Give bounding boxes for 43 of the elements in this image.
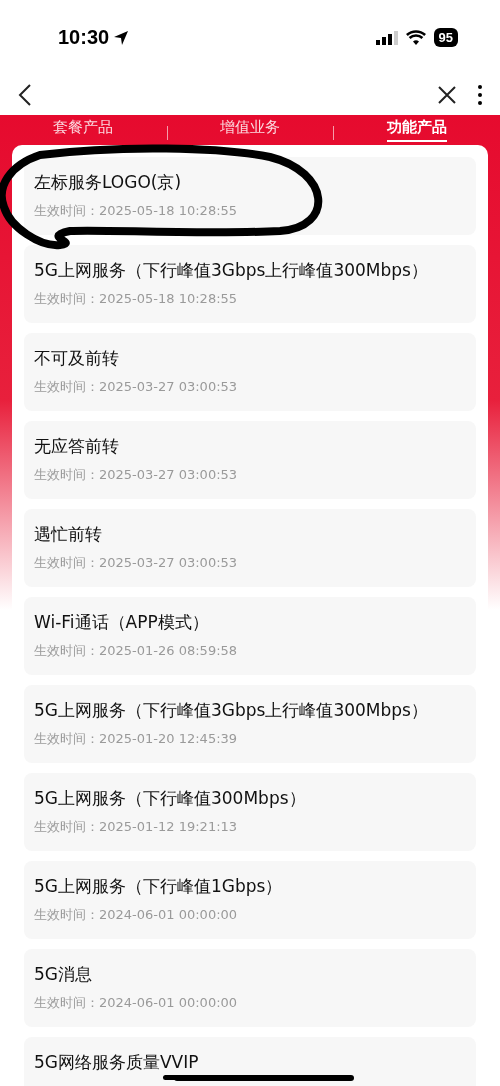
service-name: 无应答前转 <box>34 435 119 458</box>
service-item[interactable]: 不可及前转 生效时间：2025-03-27 03:00:53 <box>24 333 476 411</box>
service-name: 左标服务LOGO(京) <box>34 171 182 194</box>
service-item[interactable]: 左标服务LOGO(京) 生效时间：2025-05-18 10:28:55 <box>24 157 476 235</box>
effective-time: 生效时间：2024-06-01 00:00:00 <box>34 906 238 924</box>
back-icon[interactable] <box>18 84 32 106</box>
close-icon[interactable] <box>438 86 456 104</box>
service-name: Wi-Fi通话（APP模式） <box>34 611 209 634</box>
effective-time: 生效时间：2025-01-26 08:59:58 <box>34 642 238 660</box>
service-name: 5G消息 <box>34 963 92 986</box>
service-name: 5G上网服务（下行峰值3Gbps上行峰值300Mbps） <box>34 699 428 722</box>
service-name: 5G上网服务（下行峰值3Gbps上行峰值300Mbps） <box>34 259 428 282</box>
service-item[interactable]: 5G上网服务（下行峰值300Mbps） 生效时间：2025-01-12 19:21:13 <box>24 773 476 851</box>
effective-time: 生效时间：2024-06-01 00:00:00 <box>34 994 238 1012</box>
clock: 10:30 <box>58 26 110 49</box>
service-name: 5G上网服务（下行峰值1Gbps） <box>34 875 283 898</box>
effective-time: 生效时间：2025-05-18 10:28:55 <box>34 290 238 308</box>
effective-time: 生效时间：2025-05-18 10:28:55 <box>34 202 238 220</box>
effective-time: 生效时间：2025-03-27 03:00:53 <box>34 554 238 572</box>
service-name: 不可及前转 <box>34 347 119 370</box>
service-item[interactable]: Wi-Fi通话（APP模式） 生效时间：2025-01-26 08:59:58 <box>24 597 476 675</box>
battery-level: 95 <box>433 28 458 47</box>
service-item[interactable]: 遇忙前转 生效时间：2025-03-27 03:00:53 <box>24 509 476 587</box>
service-item[interactable]: 5G上网服务（下行峰值3Gbps上行峰值300Mbps） 生效时间：2025-05-18 10:28:55 <box>24 245 476 323</box>
wifi-icon <box>405 30 426 45</box>
service-item[interactable]: 5G上网服务（下行峰值1Gbps） 生效时间：2024-06-01 00:00:00 <box>24 861 476 939</box>
signal-icon <box>375 30 398 45</box>
effective-time: 生效时间：2025-01-20 12:45:39 <box>34 730 238 748</box>
service-item[interactable]: 5G上网服务（下行峰值3Gbps上行峰值300Mbps） 生效时间：2025-01-20 12:45:39 <box>24 685 476 763</box>
tab[interactable]: 功能产品 <box>386 118 447 142</box>
service-item[interactable]: 5G消息 生效时间：2024-06-01 00:00:00 <box>24 949 476 1027</box>
service-name: 5G网络服务质量VVIP <box>34 1051 199 1074</box>
service-name: 5G上网服务（下行峰值300Mbps） <box>34 787 306 810</box>
effective-time: 生效时间：2025-03-27 03:00:53 <box>34 378 238 396</box>
service-name: 遇忙前转 <box>34 523 102 546</box>
effective-time: 生效时间：2025-03-27 03:00:53 <box>34 466 238 484</box>
effective-time: 生效时间：2025-01-12 19:21:13 <box>34 818 238 836</box>
more-icon[interactable] <box>478 85 482 105</box>
location-arrow-icon <box>113 29 130 46</box>
service-item[interactable]: 5G网络服务质量VVIP <box>24 1037 476 1086</box>
tab[interactable]: 套餐产品 <box>53 118 114 142</box>
service-item[interactable]: 无应答前转 生效时间：2025-03-27 03:00:53 <box>24 421 476 499</box>
tab[interactable]: 增值业务 <box>220 118 280 142</box>
